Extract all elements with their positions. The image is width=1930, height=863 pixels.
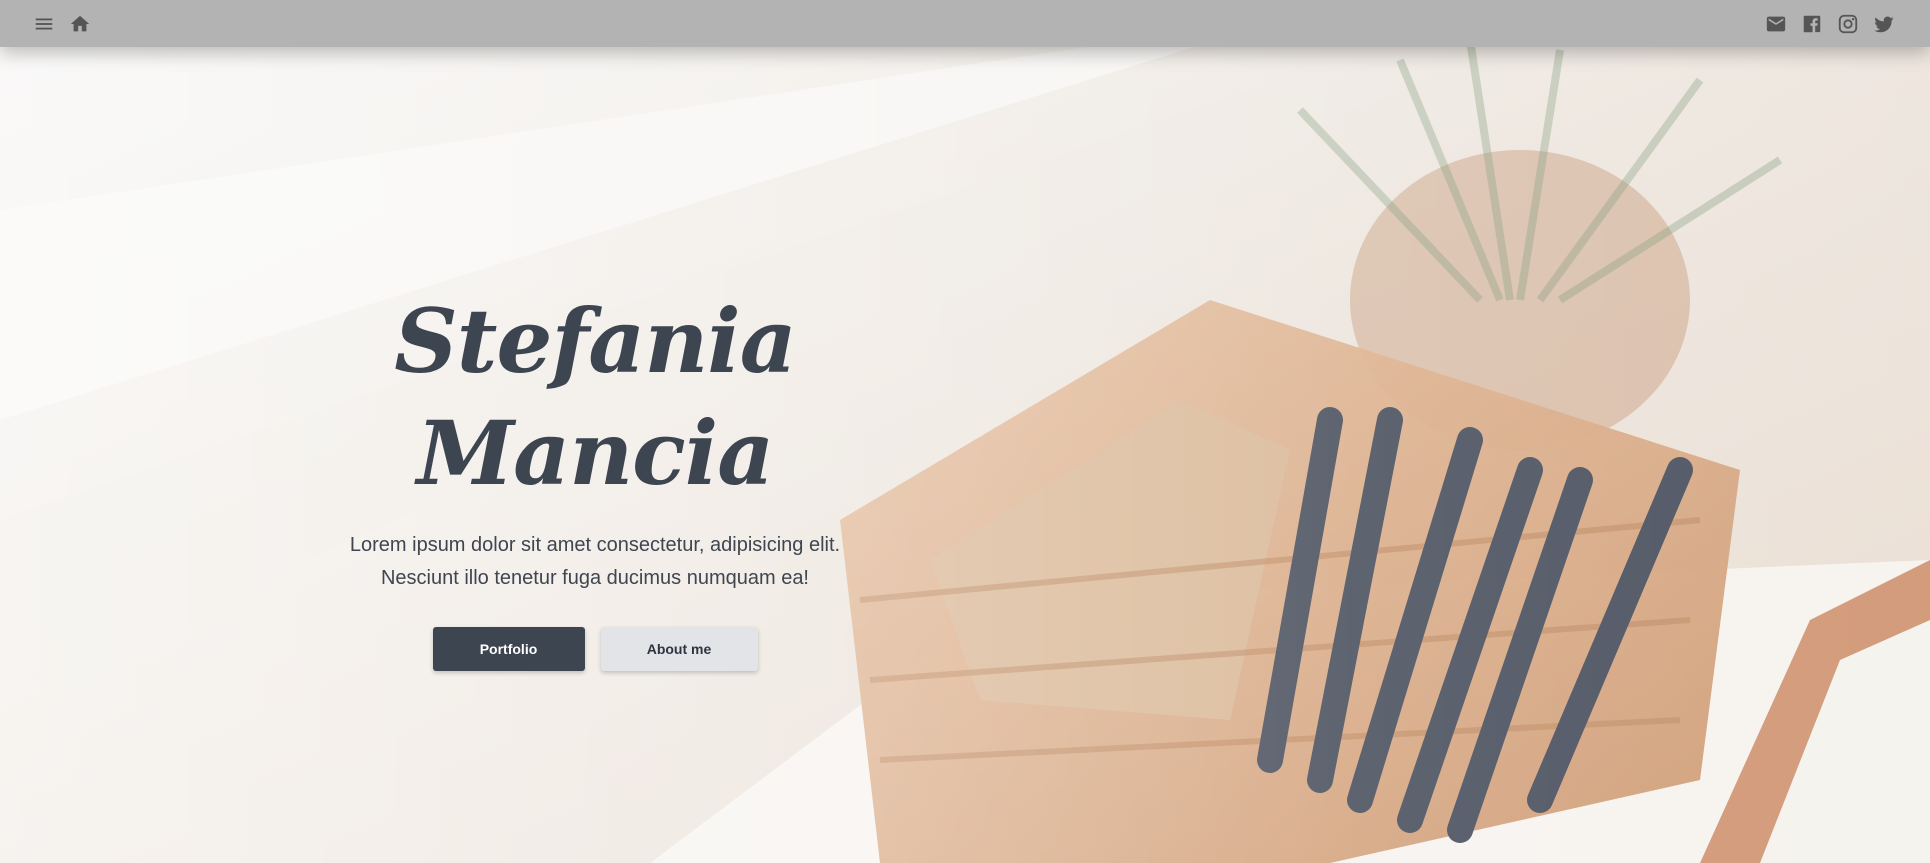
facebook-icon[interactable]	[1799, 11, 1825, 37]
background-overlay	[0, 0, 1930, 863]
top-navbar	[0, 0, 1930, 47]
menu-icon[interactable]	[31, 11, 57, 37]
hero-description-line1: Lorem ipsum dolor sit amet consectetur, …	[349, 534, 841, 556]
instagram-icon[interactable]	[1835, 11, 1861, 37]
hero-name-last: Mancia	[416, 401, 774, 505]
hero-title: Stefania Mancia	[330, 285, 860, 509]
home-icon[interactable]	[67, 11, 93, 37]
hero-actions: Portfolio About me	[330, 627, 860, 671]
hero-description-line2: Nesciunt illo tenetur fuga ducimus numqu…	[380, 567, 809, 589]
mail-icon[interactable]	[1763, 11, 1789, 37]
portfolio-button[interactable]: Portfolio	[432, 627, 585, 671]
hero-name-first: Stefania	[394, 289, 796, 393]
twitter-icon[interactable]	[1871, 11, 1897, 37]
hero-section: Stefania Mancia Lorem ipsum dolor sit am…	[330, 285, 860, 671]
hero-description: Lorem ipsum dolor sit amet consectetur, …	[330, 529, 860, 595]
about-me-button[interactable]: About me	[600, 627, 758, 671]
